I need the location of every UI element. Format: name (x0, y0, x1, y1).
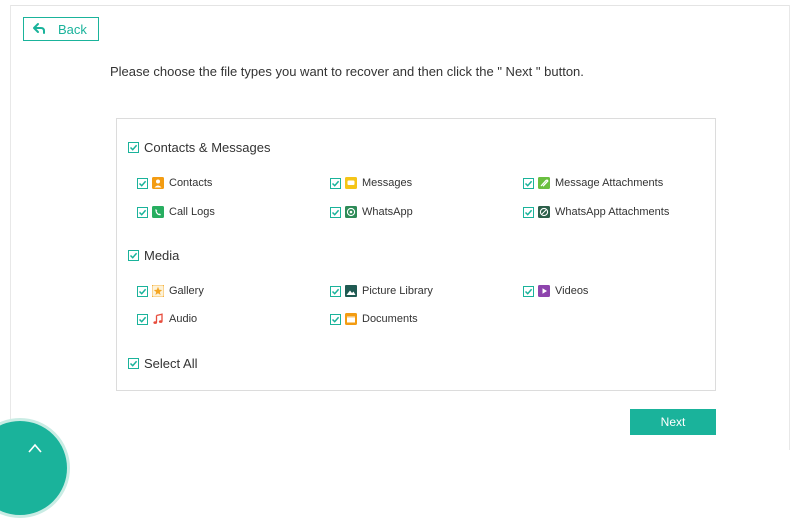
checkbox-select-all[interactable] (128, 358, 139, 369)
item-whatsapp[interactable]: WhatsApp (330, 206, 413, 218)
checkbox-picture-library[interactable] (330, 285, 341, 297)
checkbox-whatsapp-attachments[interactable] (523, 206, 534, 218)
picture-library-icon (345, 285, 357, 297)
item-videos[interactable]: Videos (523, 285, 588, 297)
item-whatsapp-attachments[interactable]: WhatsApp Attachments (523, 206, 669, 218)
back-button[interactable]: Back (23, 17, 99, 41)
item-label: Call Logs (169, 206, 215, 218)
audio-icon (152, 313, 164, 325)
item-messages[interactable]: Messages (330, 177, 412, 189)
gallery-icon (152, 285, 164, 297)
next-button[interactable]: Next (630, 409, 716, 435)
checkbox-media[interactable] (128, 250, 139, 261)
item-label: Audio (169, 313, 198, 325)
contacts-icon (152, 177, 164, 189)
message-attachments-icon (538, 177, 550, 189)
window-top-border (10, 0, 790, 6)
item-label: Contacts (169, 177, 213, 189)
item-message-attachments[interactable]: Message Attachments (523, 177, 663, 189)
checkbox-contacts-messages[interactable] (128, 142, 139, 153)
messages-icon (345, 177, 357, 189)
floating-home-icon (28, 440, 42, 453)
select-all-label: Select All (144, 356, 198, 371)
checkbox-messages[interactable] (330, 177, 341, 189)
item-gallery[interactable]: Gallery (137, 285, 204, 297)
checkbox-videos[interactable] (523, 285, 534, 297)
item-documents[interactable]: Documents (330, 313, 418, 325)
checkbox-gallery[interactable] (137, 285, 148, 297)
item-label: Messages (362, 177, 413, 189)
item-label: Documents (362, 313, 418, 325)
floating-action-button[interactable] (0, 418, 70, 518)
instruction-text: Please choose the file types you want to… (110, 64, 584, 79)
checkbox-documents[interactable] (330, 313, 341, 325)
videos-icon (538, 285, 550, 297)
whatsapp-attachments-icon (538, 206, 550, 218)
call-logs-icon (152, 206, 164, 218)
item-contacts[interactable]: Contacts (137, 177, 212, 189)
window-right-border (789, 5, 790, 450)
category-contacts-messages[interactable]: Contacts & Messages (128, 140, 270, 155)
back-arrow-icon (32, 22, 46, 36)
back-button-label: Back (58, 21, 87, 37)
checkbox-audio[interactable] (137, 313, 148, 325)
select-all[interactable]: Select All (128, 356, 197, 371)
window-left-border (10, 5, 11, 450)
category-media[interactable]: Media (128, 248, 179, 263)
item-label: Picture Library (362, 285, 433, 297)
item-label: Gallery (169, 285, 204, 297)
checkbox-whatsapp[interactable] (330, 206, 341, 218)
item-label: Message Attachments (555, 177, 664, 189)
category-label: Media (144, 248, 180, 263)
item-label: WhatsApp Attachments (555, 206, 670, 218)
item-audio[interactable]: Audio (137, 313, 197, 325)
item-label: WhatsApp (362, 206, 413, 218)
item-label: Videos (555, 285, 589, 297)
item-call-logs[interactable]: Call Logs (137, 206, 215, 218)
file-types-panel: Contacts & Messages Contacts Messages Me… (116, 118, 716, 391)
documents-icon (345, 313, 357, 325)
item-picture-library[interactable]: Picture Library (330, 285, 433, 297)
checkbox-call-logs[interactable] (137, 206, 148, 218)
checkbox-contacts[interactable] (137, 177, 148, 189)
category-label: Contacts & Messages (144, 140, 271, 155)
whatsapp-icon (345, 206, 357, 218)
checkbox-message-attachments[interactable] (523, 177, 534, 189)
